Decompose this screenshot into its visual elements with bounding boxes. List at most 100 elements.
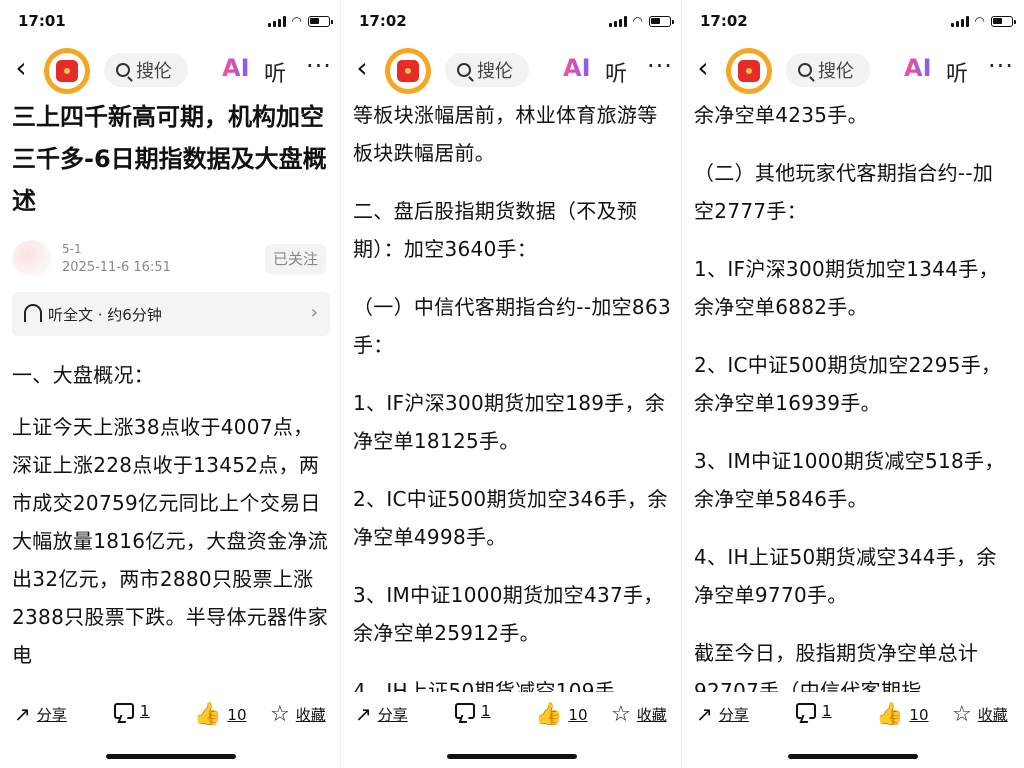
avatar[interactable] <box>12 240 52 276</box>
paragraph: 1、IF沪深300期货加空1344手，余净空单6882手。 <box>694 257 999 319</box>
paragraph: 二、盘后股指期货数据（不及预期）：加空3640手： <box>353 199 638 261</box>
listen-button[interactable]: 听 <box>264 56 286 88</box>
comment-icon <box>796 703 816 719</box>
search-icon <box>798 63 812 77</box>
comment-button[interactable]: 1 <box>455 702 491 720</box>
status-time: 17:01 <box>18 12 66 30</box>
search-placeholder: 搜伦 <box>477 61 513 82</box>
like-button[interactable]: 👍 10 <box>876 702 929 727</box>
share-icon: ↗ <box>355 702 372 726</box>
nav-bar: ‹ 搜伦 AI 听 ··· <box>0 44 340 96</box>
home-indicator[interactable] <box>106 754 236 759</box>
status-bar: 17:01 ◠ <box>0 0 340 40</box>
status-bar: 17:02 ◠ <box>682 0 1023 40</box>
status-icons: ◠ <box>608 14 674 28</box>
star-icon: ☆ <box>611 702 631 727</box>
back-icon[interactable]: ‹ <box>688 54 718 84</box>
star-icon: ☆ <box>270 702 290 727</box>
listen-full-text-label: 听全文 · 约6分钟 <box>48 306 162 324</box>
home-indicator[interactable] <box>788 754 918 759</box>
wifi-icon: ◠ <box>632 14 643 28</box>
signal-icon <box>608 15 627 27</box>
listen-button[interactable]: 听 <box>946 56 968 88</box>
home-indicator[interactable] <box>447 754 577 759</box>
star-icon: ☆ <box>952 702 972 727</box>
more-icon[interactable]: ··· <box>306 52 332 80</box>
share-label: 分享 <box>718 705 749 724</box>
search-icon <box>457 63 471 77</box>
listen-button[interactable]: 听 <box>605 56 627 88</box>
paragraph: 等板块涨幅居前，林业体育旅游等板块跌幅居前。 <box>353 103 658 165</box>
search-icon <box>116 63 130 77</box>
paragraph: 2、IC中证500期货加空2295手，余净空单16939手。 <box>694 353 1002 415</box>
article-title: 三上四千新高可期，机构加空三千多-6日期指数据及大盘概述 <box>12 103 327 215</box>
more-icon[interactable]: ··· <box>647 52 673 80</box>
ai-button[interactable]: AI <box>563 54 591 82</box>
search-placeholder: 搜伦 <box>818 61 854 82</box>
back-icon[interactable]: ‹ <box>6 54 36 84</box>
red-packet-icon[interactable] <box>726 48 772 94</box>
nav-bar: ‹ 搜伦 AI 听 ··· <box>341 44 681 96</box>
like-count: 10 <box>568 705 588 724</box>
thumbs-up-icon: 👍 <box>535 702 563 727</box>
paragraph: 3、IM中证1000期货加空437手，余净空单25912手。 <box>353 583 664 645</box>
comment-button[interactable]: 1 <box>114 702 150 720</box>
share-button[interactable]: ↗ 分享 <box>696 702 749 726</box>
paragraph: 截至今日，股指期货净空单总计92707手（中信代客期指 <box>694 641 979 692</box>
comment-icon <box>455 703 475 719</box>
battery-icon <box>308 15 333 27</box>
bottom-action-bar: ↗ 分享 1 👍 10 ☆ 收藏 <box>0 700 340 730</box>
back-icon[interactable]: ‹ <box>347 54 377 84</box>
author-name: 5-1 <box>62 242 82 256</box>
like-button[interactable]: 👍 10 <box>194 702 247 727</box>
paragraph: 1、IF沪深300期货加空189手，余净空单18125手。 <box>353 391 666 453</box>
collect-label: 收藏 <box>295 706 326 724</box>
article-content: 余净空单4235手。 （二）其他玩家代客期指合约--加空2777手： 1、IF沪… <box>694 96 1012 692</box>
share-button[interactable]: ↗ 分享 <box>14 702 67 726</box>
follow-button[interactable]: 已关注 <box>264 244 326 274</box>
paragraph: 4、IH上证50期货减空109手、 <box>353 679 636 692</box>
search-box[interactable]: 搜伦 <box>104 53 188 87</box>
ai-button[interactable]: AI <box>904 54 932 82</box>
comment-count: 1 <box>140 702 150 720</box>
collect-button[interactable]: ☆ 收藏 <box>611 702 667 727</box>
paragraph: 3、IM中证1000期货减空518手，余净空单5846手。 <box>694 449 1005 511</box>
search-box[interactable]: 搜伦 <box>445 53 529 87</box>
paragraph: 余净空单4235手。 <box>694 103 868 127</box>
listen-full-text-bar[interactable]: 听全文 · 约6分钟 › <box>12 292 330 336</box>
status-bar: 17:02 ◠ <box>341 0 681 40</box>
collect-button[interactable]: ☆ 收藏 <box>952 702 1008 727</box>
red-packet-icon[interactable] <box>44 48 90 94</box>
status-icons: ◠ <box>950 14 1016 28</box>
more-icon[interactable]: ··· <box>988 52 1014 80</box>
red-packet-icon[interactable] <box>385 48 431 94</box>
signal-icon <box>267 15 286 27</box>
phone-screen-1: 17:01 ◠ ‹ 搜伦 AI 听 ··· 三上四千新高可期，机构加空三千多-6… <box>0 0 341 768</box>
search-placeholder: 搜伦 <box>136 61 172 82</box>
status-icons: ◠ <box>267 14 333 28</box>
comment-count: 1 <box>481 702 491 720</box>
share-button[interactable]: ↗ 分享 <box>355 702 408 726</box>
publish-date: 2025-11-6 16:51 <box>62 260 171 275</box>
ai-button[interactable]: AI <box>222 54 250 82</box>
search-box[interactable]: 搜伦 <box>786 53 870 87</box>
comment-icon <box>114 703 134 719</box>
paragraph: 4、IH上证50期货减空344手，余净空单9770手。 <box>694 545 997 607</box>
author-row: 5-1 2025-11-6 16:51 已关注 <box>12 236 330 286</box>
paragraph: （一）中信代客期指合约--加空863手： <box>353 295 671 357</box>
comment-button[interactable]: 1 <box>796 702 832 720</box>
collect-button[interactable]: ☆ 收藏 <box>270 702 326 727</box>
like-button[interactable]: 👍 10 <box>535 702 588 727</box>
battery-icon <box>649 15 674 27</box>
bottom-action-bar: ↗ 分享 1 👍 10 ☆ 收藏 <box>682 700 1023 730</box>
article-content: 等板块涨幅居前，林业体育旅游等板块跌幅居前。 二、盘后股指期货数据（不及预期）：… <box>353 96 671 692</box>
battery-icon <box>991 15 1016 27</box>
like-count: 10 <box>227 705 247 724</box>
paragraph: 2、IC中证500期货加空346手，余净空单4998手。 <box>353 487 668 549</box>
thumbs-up-icon: 👍 <box>194 702 222 727</box>
share-label: 分享 <box>377 705 408 724</box>
paragraph: 一、大盘概况： <box>12 363 155 387</box>
wifi-icon: ◠ <box>974 14 985 28</box>
thumbs-up-icon: 👍 <box>876 702 904 727</box>
paragraph: 上证今天上涨38点收于4007点，深证上涨228点收于13452点，两市成交20… <box>12 415 328 667</box>
